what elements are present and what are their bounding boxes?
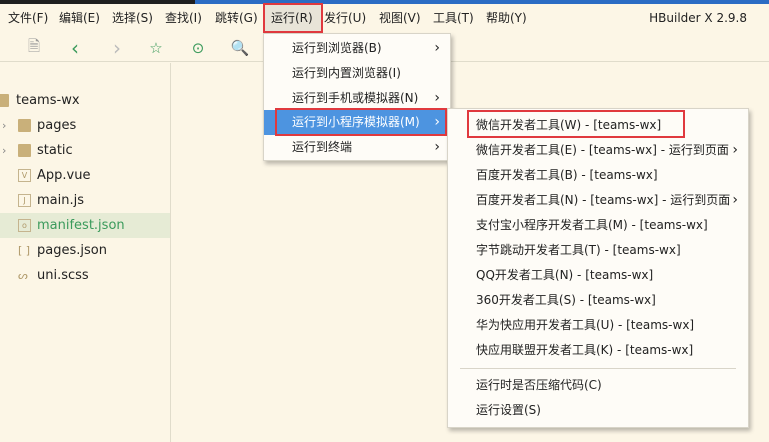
project-tree: teams-wx › pages › static V App.vue Jmain.j… (0, 63, 171, 442)
menu-run[interactable]: 运行(R) (263, 3, 323, 33)
menu-item-label: 支付宝小程序开发者工具(M) - [teams-wx] (476, 218, 708, 232)
mp-wechat-page[interactable]: 微信开发者工具(E) - [teams-wx] - 运行到页面 › (448, 138, 748, 163)
menu-help[interactable]: 帮助(Y) (480, 5, 533, 31)
chevron-right-icon: › (434, 90, 440, 106)
project-label: teams-wx (16, 93, 80, 108)
menu-item-label: 字节跳动开发者工具(T) - [teams-wx] (476, 243, 681, 257)
menu-item-label: 运行到小程序模拟器(M) (292, 115, 420, 129)
run-settings[interactable]: 运行设置(S) (448, 398, 748, 423)
chevron-right-icon: › (434, 40, 440, 56)
menu-item-label: 运行到手机或模拟器(N) (292, 91, 419, 105)
menu-item-label: 运行时是否压缩代码(C) (476, 378, 602, 392)
run-icon[interactable]: ⊙ (188, 38, 208, 58)
run-to-builtin-browser[interactable]: 运行到内置浏览器(I) (264, 61, 450, 86)
mp-alipay[interactable]: 支付宝小程序开发者工具(M) - [teams-wx] (448, 213, 748, 238)
run-to-terminal[interactable]: 运行到终端 › (264, 135, 450, 160)
tree-item-label: main.js (37, 193, 84, 208)
folder-icon (18, 144, 31, 157)
js-file-icon: J (18, 194, 31, 207)
tree-item-manifest-json[interactable]: o manifest.json (0, 213, 170, 238)
menu-item-label: 百度开发者工具(B) - [teams-wx] (476, 168, 658, 182)
menu-item-label: QQ开发者工具(N) - [teams-wx] (476, 268, 654, 282)
tree-item-app-vue[interactable]: V App.vue (0, 163, 170, 188)
menu-item-label: 360开发者工具(S) - [teams-wx] (476, 293, 656, 307)
menu-item-label: 百度开发者工具(N) - [teams-wx] - 运行到页面 (476, 193, 731, 207)
menu-file[interactable]: 文件(F) (2, 5, 54, 31)
star-icon[interactable]: ☆ (146, 38, 166, 58)
tree-item-label: pages.json (37, 243, 107, 258)
vue-file-icon: V (18, 169, 31, 182)
title-bar-accent (195, 0, 769, 4)
run-menu: 运行到浏览器(B) › 运行到内置浏览器(I) 运行到手机或模拟器(N) › 运行到… (263, 33, 451, 161)
folder-icon (18, 119, 31, 132)
tree-item-label: static (37, 143, 73, 158)
mp-quickapp-alliance[interactable]: 快应用联盟开发者工具(K) - [teams-wx] (448, 338, 748, 363)
preview-search-icon[interactable]: 🔍 (230, 38, 250, 58)
tree-item-label: pages (37, 118, 77, 133)
app-title: HBuilder X 2.9.8 (649, 11, 747, 25)
mp-huawei-quickapp[interactable]: 华为快应用开发者工具(U) - [teams-wx] (448, 313, 748, 338)
menu-item-label: 运行到内置浏览器(I) (292, 66, 401, 80)
miniprogram-submenu: 微信开发者工具(W) - [teams-wx] 微信开发者工具(E) - [te… (447, 108, 749, 428)
menu-publish[interactable]: 发行(U) (318, 5, 372, 31)
back-icon[interactable]: ‹ (65, 36, 85, 60)
mp-360[interactable]: 360开发者工具(S) - [teams-wx] (448, 288, 748, 313)
mp-baidu[interactable]: 百度开发者工具(B) - [teams-wx] (448, 163, 748, 188)
compress-code-toggle[interactable]: 运行时是否压缩代码(C) (448, 373, 748, 398)
menu-item-label: 华为快应用开发者工具(U) - [teams-wx] (476, 318, 695, 332)
mp-qq[interactable]: QQ开发者工具(N) - [teams-wx] (448, 263, 748, 288)
forward-icon[interactable]: › (107, 36, 127, 60)
save-icon[interactable]: 🗎 (24, 37, 44, 58)
chevron-right-icon[interactable]: › (2, 113, 6, 138)
menu-item-label: 微信开发者工具(E) - [teams-wx] - 运行到页面 (476, 143, 729, 157)
menu-item-label: 运行到终端 (292, 140, 353, 154)
chevron-right-icon: › (434, 114, 440, 130)
chevron-right-icon[interactable]: › (2, 138, 6, 163)
run-to-browser[interactable]: 运行到浏览器(B) › (264, 36, 450, 61)
menu-select[interactable]: 选择(S) (106, 5, 159, 31)
menu-view[interactable]: 视图(V) (373, 5, 427, 31)
run-to-miniprogram[interactable]: 运行到小程序模拟器(M) › (264, 110, 450, 135)
scss-file-icon: ᔕ (18, 269, 28, 282)
menu-find[interactable]: 查找(I) (159, 5, 208, 31)
menu-item-label: 微信开发者工具(W) - [teams-wx] (476, 118, 662, 132)
menu-goto[interactable]: 跳转(G) (209, 5, 264, 31)
tree-item-label: App.vue (37, 168, 91, 183)
tree-item-static[interactable]: › static (0, 138, 170, 163)
tree-item-main-js[interactable]: Jmain.js (0, 188, 170, 213)
tree-item-label: manifest.json (37, 218, 125, 233)
run-to-device[interactable]: 运行到手机或模拟器(N) › (264, 86, 450, 111)
window-top-strip (0, 0, 769, 4)
tree-project[interactable]: teams-wx (0, 88, 170, 113)
chevron-right-icon: › (434, 139, 440, 155)
mp-baidu-page[interactable]: 百度开发者工具(N) - [teams-wx] - 运行到页面 › (448, 188, 748, 213)
menu-edit[interactable]: 编辑(E) (53, 5, 106, 31)
menu-item-label: 运行设置(S) (476, 403, 541, 417)
tree-item-pages[interactable]: › pages (0, 113, 170, 138)
chevron-right-icon: › (732, 192, 738, 208)
menu-separator (460, 368, 736, 369)
mp-bytedance[interactable]: 字节跳动开发者工具(T) - [teams-wx] (448, 238, 748, 263)
manifest-file-icon: o (18, 219, 31, 232)
menu-item-label: 运行到浏览器(B) (292, 41, 382, 55)
mp-wechat[interactable]: 微信开发者工具(W) - [teams-wx] (448, 113, 748, 138)
json-file-icon: [ ] (18, 244, 31, 257)
menu-item-label: 快应用联盟开发者工具(K) - [teams-wx] (476, 343, 694, 357)
menu-tools[interactable]: 工具(T) (427, 5, 480, 31)
tree-item-uni-scss[interactable]: ᔕ uni.scss (0, 263, 170, 288)
chevron-right-icon: › (732, 142, 738, 158)
tree-item-label: uni.scss (37, 268, 89, 283)
project-icon (0, 94, 9, 107)
tree-item-pages-json[interactable]: [ ] pages.json (0, 238, 170, 263)
